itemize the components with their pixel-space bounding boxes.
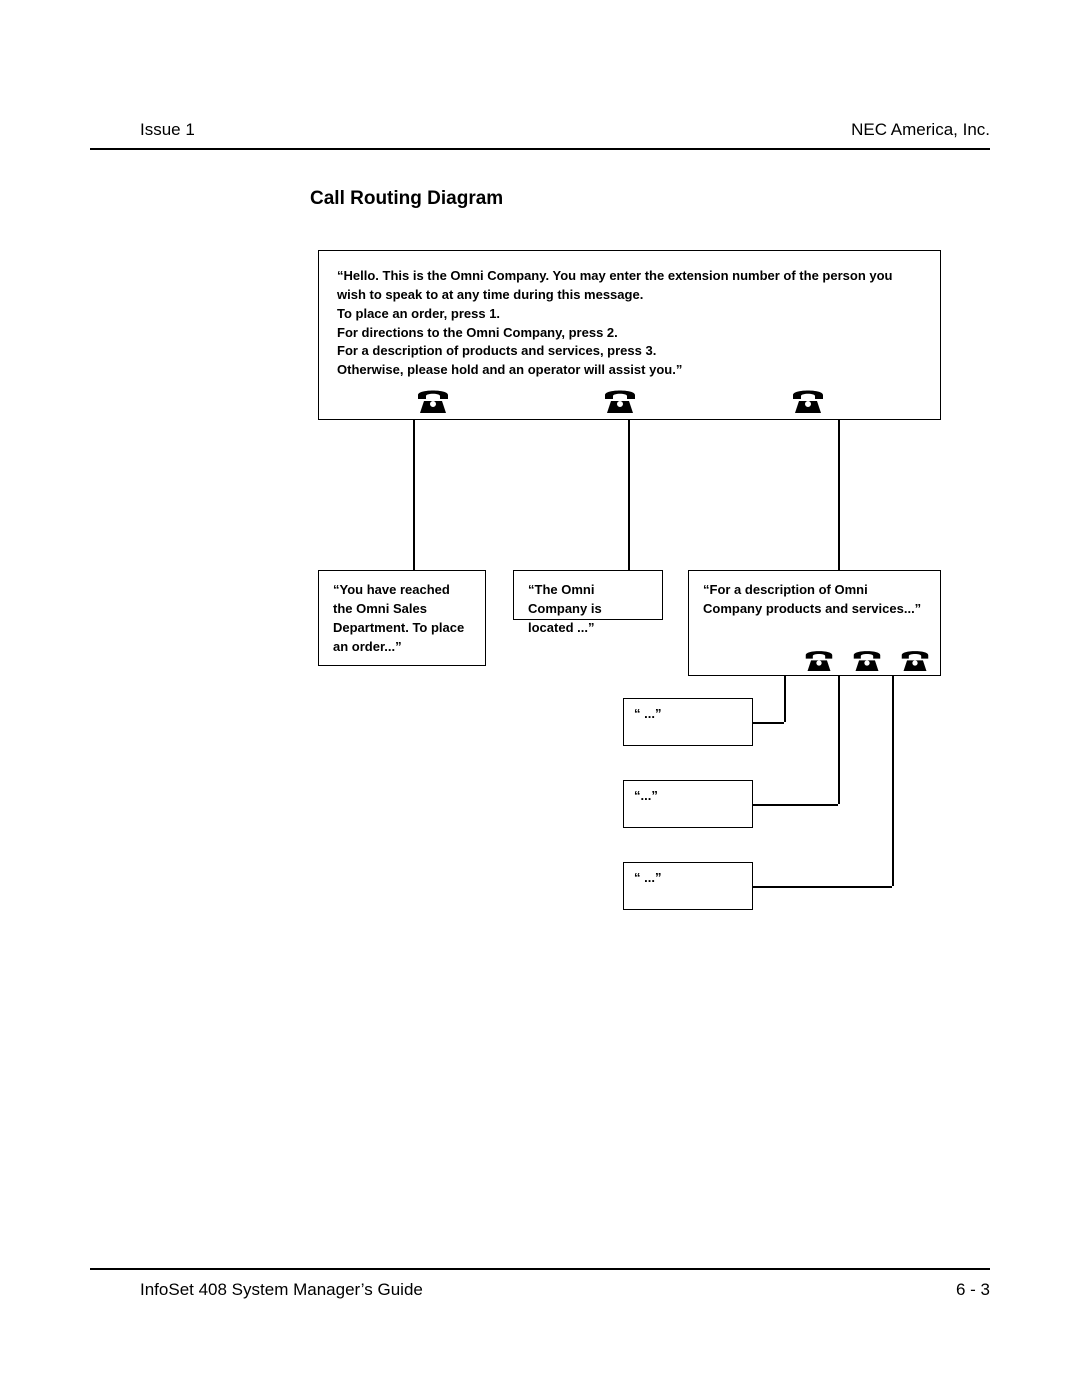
phone-row-main xyxy=(319,387,942,413)
leaf-box-2: “...” xyxy=(623,780,753,828)
footer-doc-title: InfoSet 408 System Manager’s Guide xyxy=(140,1280,423,1300)
connector-line xyxy=(838,420,840,570)
main-greeting-text: “Hello. This is the Omni Company. You ma… xyxy=(337,267,922,380)
connector-line xyxy=(628,420,630,570)
branch-box-directions: “The Omni Company is located ...” xyxy=(513,570,663,620)
footer-rule xyxy=(90,1268,990,1270)
phone-icon xyxy=(804,648,834,671)
branch-text: “For a description of Omni Company produ… xyxy=(703,582,921,616)
leaf-box-1: “ ...” xyxy=(623,698,753,746)
phone-icon xyxy=(603,387,637,413)
branch-box-products: “For a description of Omni Company produ… xyxy=(688,570,941,676)
header-company: NEC America, Inc. xyxy=(851,120,990,140)
connector-line xyxy=(753,886,892,888)
branch-box-sales: “You have reached the Omni Sales Departm… xyxy=(318,570,486,666)
page-header: Issue 1 NEC America, Inc. xyxy=(90,50,990,150)
main-greeting-box: “Hello. This is the Omni Company. You ma… xyxy=(318,250,941,420)
call-routing-diagram: “Hello. This is the Omni Company. You ma… xyxy=(318,250,948,990)
page-footer: InfoSet 408 System Manager’s Guide 6 - 3 xyxy=(140,1280,990,1300)
connector-line xyxy=(413,420,415,570)
branch-text: “The Omni Company is located ...” xyxy=(528,582,602,635)
header-issue: Issue 1 xyxy=(140,120,195,140)
page: Issue 1 NEC America, Inc. Call Routing D… xyxy=(90,50,990,1340)
phone-icon xyxy=(900,648,930,671)
leaf-text: “...” xyxy=(634,788,658,803)
footer-page-number: 6 - 3 xyxy=(956,1280,990,1300)
section-title: Call Routing Diagram xyxy=(310,188,990,210)
phone-icon xyxy=(416,387,450,413)
leaf-text: “ ...” xyxy=(634,870,661,885)
connector-line xyxy=(784,676,786,722)
phone-row-sub xyxy=(804,648,930,671)
connector-line xyxy=(838,676,840,804)
leaf-box-3: “ ...” xyxy=(623,862,753,910)
branch-text: “You have reached the Omni Sales Departm… xyxy=(333,582,464,654)
connector-line xyxy=(892,676,894,886)
phone-icon xyxy=(852,648,882,671)
phone-icon xyxy=(791,387,825,413)
leaf-text: “ ...” xyxy=(634,706,661,721)
connector-line xyxy=(753,722,784,724)
connector-line xyxy=(753,804,838,806)
